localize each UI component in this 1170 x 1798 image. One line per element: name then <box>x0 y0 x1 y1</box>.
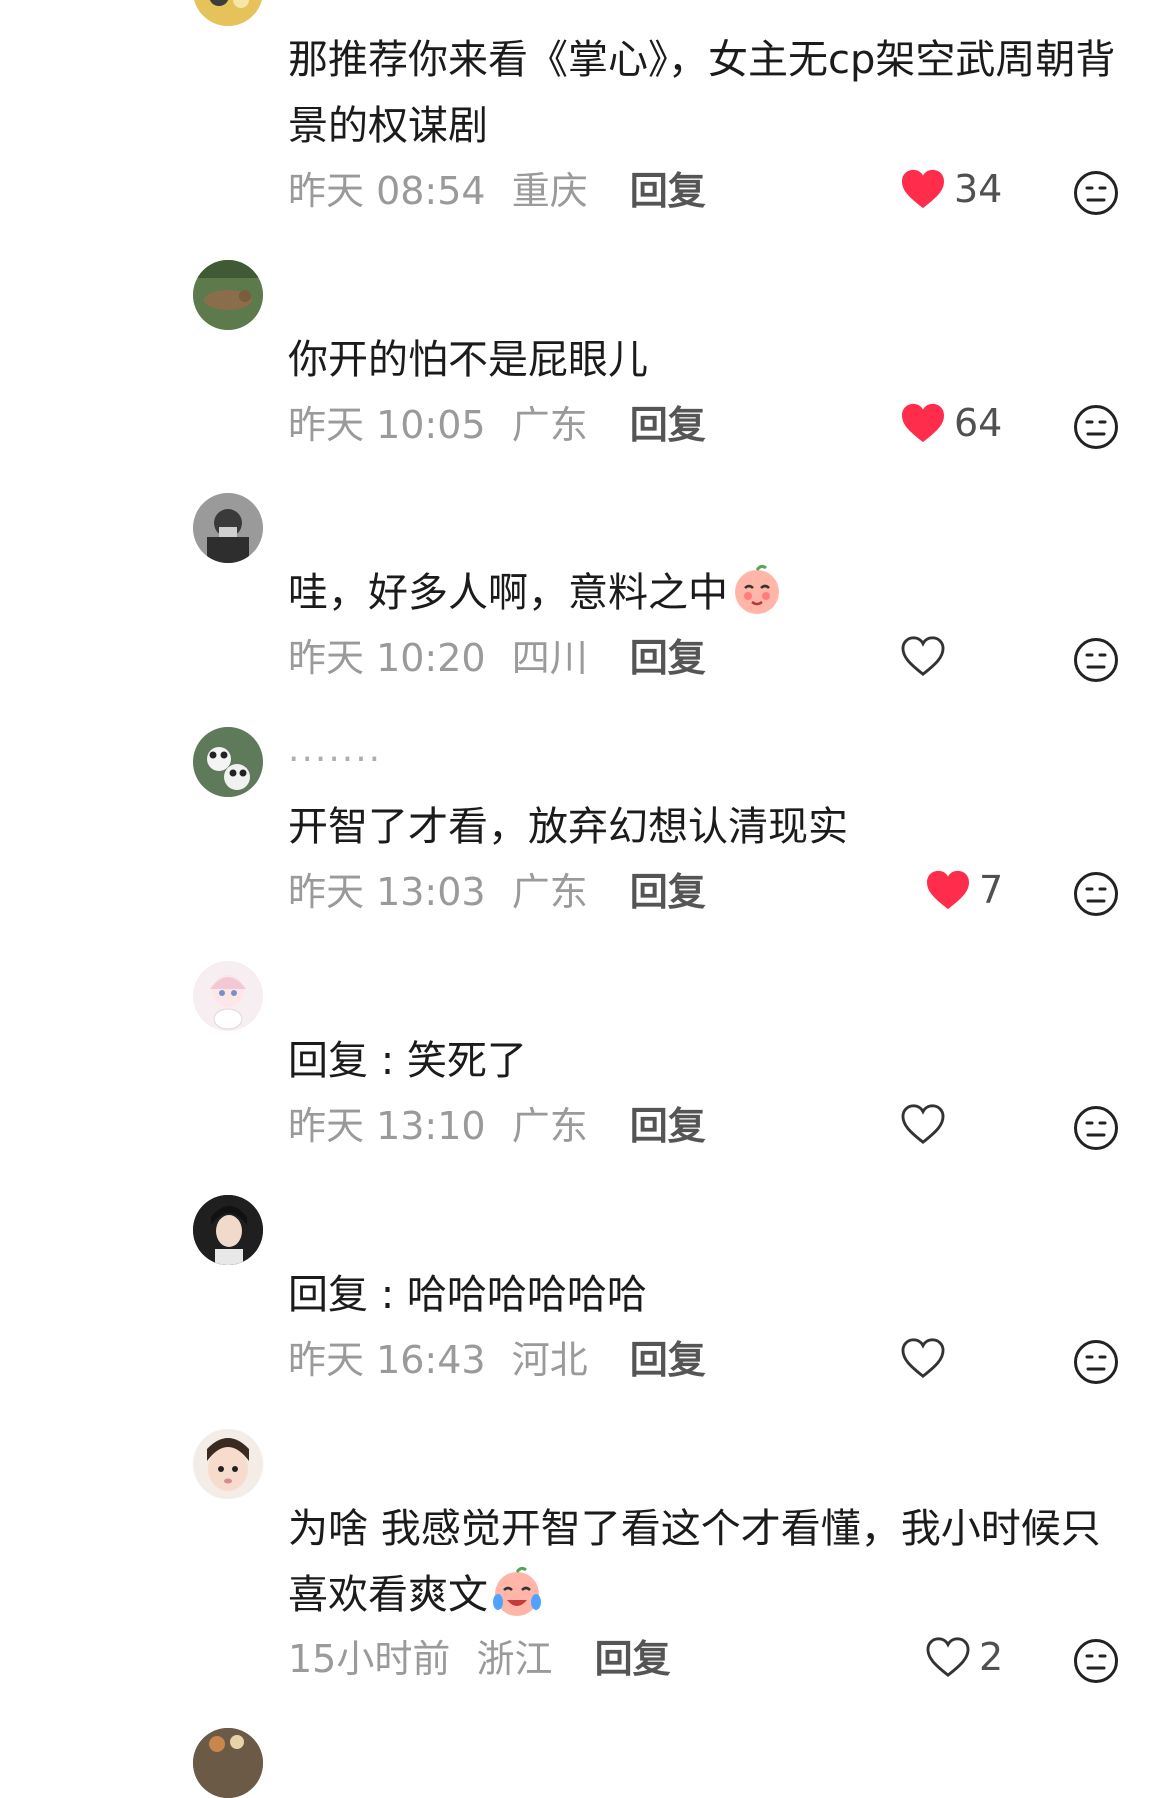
like-count: 64 <box>954 401 1003 445</box>
comment-text-body: 为啥 我感觉开智了看这个才看懂，我小时候只喜欢看爽文 <box>288 1506 1101 1618</box>
reply-button[interactable]: 回复 <box>630 636 706 680</box>
like-button[interactable]: 7 <box>925 864 1003 916</box>
comment-text-body: 哇，好多人啊，意料之中 <box>288 570 728 616</box>
like-button[interactable] <box>900 1332 954 1384</box>
heart-filled-icon <box>927 870 969 910</box>
comment-text-body: : 笑死了 <box>380 1038 527 1084</box>
dislike-button[interactable] <box>1073 637 1119 683</box>
avatar[interactable] <box>193 493 263 563</box>
comment-location: 广东 <box>511 403 588 447</box>
comment-text: 为啥 我感觉开智了看这个才看懂，我小时候只喜欢看爽文 <box>288 1496 1128 1628</box>
comment-text: 哇，好多人啊，意料之中 <box>288 560 1128 626</box>
dislike-button[interactable] <box>1073 1638 1119 1684</box>
heart-outline-icon <box>901 636 945 676</box>
comment-meta: 昨天 13:03 广东 回复 <box>288 866 706 918</box>
meh-face-icon <box>1074 1340 1118 1384</box>
reply-prefix: 回复 <box>288 1038 368 1084</box>
comment-text: 回复 : 哈哈哈哈哈哈 <box>288 1262 1128 1328</box>
dislike-button[interactable] <box>1073 871 1119 917</box>
comment-meta: 昨天 10:20 四川 回复 <box>288 632 706 684</box>
reply-button[interactable]: 回复 <box>630 870 706 914</box>
comment-meta: 昨天 10:05 广东 回复 <box>288 399 706 451</box>
avatar[interactable] <box>193 961 263 1031</box>
dislike-button[interactable] <box>1073 404 1119 450</box>
meh-face-icon <box>1074 171 1118 215</box>
comment-location: 重庆 <box>511 169 588 213</box>
comment-text: 回复 : 笑死了 <box>288 1028 1128 1094</box>
meh-face-icon <box>1074 872 1118 916</box>
comment-location: 广东 <box>511 870 588 914</box>
meh-face-icon <box>1074 638 1118 682</box>
reply-button[interactable]: 回复 <box>630 1104 706 1148</box>
like-button[interactable] <box>900 1098 954 1150</box>
shy-face-emoji <box>735 564 779 614</box>
heart-filled-icon <box>902 169 944 209</box>
avatar[interactable] <box>193 1728 263 1798</box>
comment-time: 昨天 16:43 <box>288 1338 486 1382</box>
reply-button[interactable]: 回复 <box>630 169 706 213</box>
comment-location: 广东 <box>511 1104 588 1148</box>
meh-face-icon <box>1074 1106 1118 1150</box>
heart-outline-icon <box>901 1104 945 1144</box>
avatar[interactable] <box>193 260 263 330</box>
avatar[interactable] <box>193 1195 263 1265</box>
like-button[interactable] <box>900 630 954 682</box>
avatar[interactable] <box>193 727 263 797</box>
like-count: 7 <box>979 868 1004 912</box>
like-count: 34 <box>954 167 1003 211</box>
comment-time: 昨天 10:20 <box>288 636 486 680</box>
heart-filled-icon <box>902 403 944 443</box>
like-count: 2 <box>979 1635 1004 1679</box>
comment-meta: 昨天 16:43 河北 回复 <box>288 1334 706 1386</box>
avatar[interactable] <box>193 0 263 26</box>
comment-text: 那推荐你来看《掌心》，女主无cp架空武周朝背景的权谋剧 <box>288 37 1116 149</box>
dislike-button[interactable] <box>1073 1105 1119 1151</box>
comment-meta: 15小时前 浙江 回复 <box>288 1633 671 1685</box>
comment-time: 昨天 08:54 <box>288 169 486 213</box>
reply-prefix: 回复 <box>288 1272 368 1318</box>
username[interactable]: ....... <box>288 729 382 770</box>
like-button[interactable]: 34 <box>900 163 1002 215</box>
dislike-button[interactable] <box>1073 1339 1119 1385</box>
meh-face-icon <box>1074 1639 1118 1683</box>
comment-time: 昨天 13:03 <box>288 870 486 914</box>
comment-time: 昨天 10:05 <box>288 403 486 447</box>
comment-time: 昨天 13:10 <box>288 1104 486 1148</box>
comment-text: 你开的怕不是屁眼儿 <box>288 337 648 383</box>
comment-location: 浙江 <box>476 1637 553 1681</box>
comment-text: 开智了才看，放弃幻想认清现实 <box>288 804 848 850</box>
crying-laugh-emoji <box>493 1566 541 1616</box>
reply-button[interactable]: 回复 <box>630 403 706 447</box>
meh-face-icon <box>1074 405 1118 449</box>
comment-meta: 昨天 08:54 重庆 回复 <box>288 165 706 217</box>
comment-time: 15小时前 <box>288 1637 451 1681</box>
like-button[interactable]: 64 <box>900 397 1002 449</box>
comment-location: 河北 <box>511 1338 588 1382</box>
comment-location: 四川 <box>511 636 588 680</box>
comment-meta: 昨天 13:10 广东 回复 <box>288 1100 706 1152</box>
heart-outline-icon <box>901 1338 945 1378</box>
avatar[interactable] <box>193 1429 263 1499</box>
reply-button[interactable]: 回复 <box>630 1338 706 1382</box>
reply-button[interactable]: 回复 <box>595 1637 671 1681</box>
comment-text-body: : 哈哈哈哈哈哈 <box>380 1272 647 1318</box>
like-button[interactable]: 2 <box>925 1631 1003 1683</box>
heart-outline-icon <box>926 1637 970 1677</box>
dislike-button[interactable] <box>1073 170 1119 216</box>
